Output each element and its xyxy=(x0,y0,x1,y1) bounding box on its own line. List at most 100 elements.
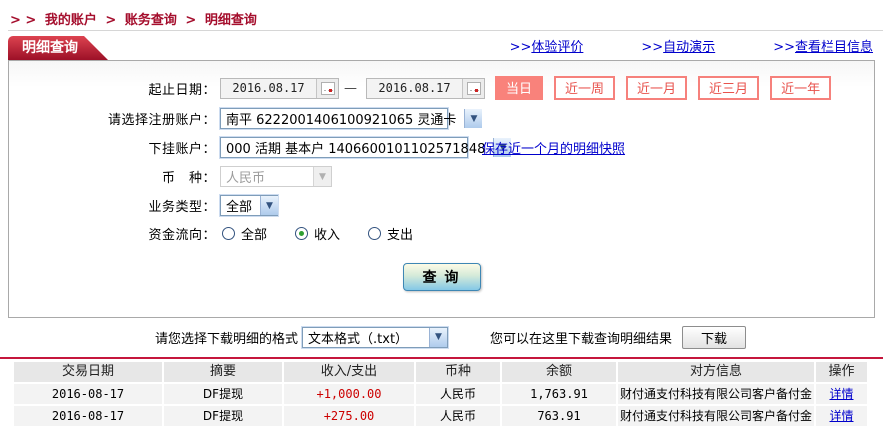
breadcrumb-item-my-account[interactable]: 我的账户 xyxy=(45,13,97,28)
breadcrumb: > > 我的账户 > 账务查询 > 明细查询 xyxy=(0,0,883,30)
cell-action: 详情 xyxy=(816,384,867,404)
fund-flow-row: 资金流向： 全部 收入 支出 xyxy=(9,224,874,243)
cell-date: 2016-08-17 xyxy=(14,406,162,426)
cell-currency: 人民币 xyxy=(416,406,500,426)
start-date-value[interactable]: 2016.08.17 xyxy=(221,81,316,95)
business-type-row: 业务类型： 全部 ▼ xyxy=(9,195,874,216)
register-account-label: 请选择注册账户： xyxy=(107,113,216,128)
link-experience-review[interactable]: >>体验评价 xyxy=(510,36,584,55)
date-range-row: 起止日期： 2016.08.17 — 2016.08.17 当日 近一周 近一月… xyxy=(9,76,874,100)
fund-flow-option-expense[interactable]: 支出 xyxy=(368,224,413,243)
results-table: 交易日期 摘要 收入/支出 币种 余额 对方信息 操作 2016-08-17 D… xyxy=(14,362,869,426)
fund-flow-label: 资金流向： xyxy=(148,228,216,243)
business-type-select[interactable]: 全部 ▼ xyxy=(220,195,279,216)
quick-range-month-button[interactable]: 近一月 xyxy=(626,76,688,100)
quick-range-year-button[interactable]: 近一年 xyxy=(770,76,832,100)
register-account-value: 南平 6222001406100921065 灵通卡 xyxy=(226,113,457,128)
currency-value: 人民币 xyxy=(226,171,266,186)
top-links: >>体验评价 >>自动演示 >>查看栏目信息 xyxy=(452,36,873,55)
tab-detail-query[interactable]: 明细查询 xyxy=(8,36,108,60)
business-type-label: 业务类型： xyxy=(148,200,216,215)
tab-bar: 明细查询 >>体验评价 >>自动演示 >>查看栏目信息 xyxy=(8,34,875,60)
radio-icon[interactable] xyxy=(222,227,235,240)
link-auto-demo[interactable]: >>自动演示 xyxy=(641,36,715,55)
cell-action: 详情 xyxy=(816,406,867,426)
end-date-field[interactable]: 2016.08.17 xyxy=(366,77,485,99)
query-form-panel: 起止日期： 2016.08.17 — 2016.08.17 当日 近一周 近一月… xyxy=(8,60,875,318)
fund-flow-option-expense-label: 支出 xyxy=(387,228,414,243)
sub-account-row: 下挂账户： 000 活期 基本户 1406600101102571848 ▼ 保… xyxy=(9,137,874,158)
breadcrumb-prefix: > > xyxy=(10,13,37,28)
chevron-down-icon: ▼ xyxy=(313,167,331,186)
quick-range-buttons: 当日 近一周 近一月 近三月 近一年 xyxy=(495,76,842,100)
chevron-down-icon: ▼ xyxy=(464,109,483,128)
currency-select: 人民币 ▼ xyxy=(220,166,332,187)
header-currency: 币种 xyxy=(416,362,500,382)
fund-flow-radio-group: 全部 收入 支出 xyxy=(222,224,441,243)
cell-balance: 1,763.91 xyxy=(502,384,616,404)
breadcrumb-separator: > xyxy=(105,13,117,28)
register-account-row: 请选择注册账户： 南平 6222001406100921065 灵通卡 ▼ xyxy=(9,108,874,129)
breadcrumb-separator: > xyxy=(185,13,197,28)
query-button[interactable]: 查 询 xyxy=(402,263,481,291)
header-summary: 摘要 xyxy=(164,362,282,382)
cell-currency: 人民币 xyxy=(416,384,500,404)
query-button-row: 查 询 xyxy=(9,263,874,291)
detail-link[interactable]: 详情 xyxy=(829,387,853,401)
header-amount: 收入/支出 xyxy=(284,362,414,382)
start-date-field[interactable]: 2016.08.17 xyxy=(220,77,339,99)
calendar-icon xyxy=(466,81,481,95)
start-date-calendar-button[interactable] xyxy=(316,78,338,98)
fund-flow-option-income[interactable]: 收入 xyxy=(295,224,340,243)
cell-counterparty: 财付通支付科技有限公司客户备付金 xyxy=(618,406,814,426)
download-button[interactable]: 下载 xyxy=(682,325,747,349)
cell-date: 2016-08-17 xyxy=(14,384,162,404)
cell-counterparty: 财付通支付科技有限公司客户备付金 xyxy=(618,384,814,404)
download-row: 请您选择下载明细的格式 文本格式（.txt） ▼ 您可以在这里下载查询明细结果 … xyxy=(155,325,883,349)
detail-link[interactable]: 详情 xyxy=(829,409,853,423)
header-balance: 余额 xyxy=(502,362,616,382)
register-account-select[interactable]: 南平 6222001406100921065 灵通卡 ▼ xyxy=(220,108,483,129)
radio-icon[interactable] xyxy=(368,227,382,240)
quick-range-3month-button[interactable]: 近三月 xyxy=(698,76,760,100)
radio-checked-icon[interactable] xyxy=(295,227,309,240)
cell-summary: DF提现 xyxy=(164,406,282,426)
header-date: 交易日期 xyxy=(14,362,162,382)
date-range-separator: — xyxy=(344,80,357,96)
end-date-value[interactable]: 2016.08.17 xyxy=(367,81,462,95)
breadcrumb-item-detail-query[interactable]: 明细查询 xyxy=(205,13,257,28)
cell-amount: +275.00 xyxy=(284,406,414,426)
download-hint: 您可以在这里下载查询明细结果 xyxy=(490,331,673,347)
table-row: 2016-08-17 DF提现 +275.00 人民币 763.91 财付通支付… xyxy=(14,406,869,426)
sub-account-value: 000 活期 基本户 1406600101102571848 xyxy=(226,142,486,157)
divider xyxy=(8,30,883,31)
fund-flow-option-all-label: 全部 xyxy=(241,228,268,243)
currency-row: 币 种： 人民币 ▼ xyxy=(9,166,874,187)
currency-label: 币 种： xyxy=(161,171,216,186)
business-type-value: 全部 xyxy=(226,200,253,215)
table-top-divider xyxy=(0,357,883,359)
calendar-icon xyxy=(320,81,335,95)
sub-account-select[interactable]: 000 活期 基本户 1406600101102571848 ▼ xyxy=(220,137,512,158)
table-header-row: 交易日期 摘要 收入/支出 币种 余额 对方信息 操作 xyxy=(14,362,869,382)
cell-summary: DF提现 xyxy=(164,384,282,404)
download-format-select[interactable]: 文本格式（.txt） ▼ xyxy=(302,326,449,348)
chevron-down-icon: ▼ xyxy=(429,327,448,347)
breadcrumb-item-account-query[interactable]: 账务查询 xyxy=(125,13,177,28)
link-view-column-info[interactable]: >>查看栏目信息 xyxy=(773,36,873,55)
cell-balance: 763.91 xyxy=(502,406,616,426)
end-date-calendar-button[interactable] xyxy=(462,78,484,98)
date-range-label: 起止日期： xyxy=(148,82,216,98)
quick-range-week-button[interactable]: 近一周 xyxy=(554,76,616,100)
sub-account-label: 下挂账户： xyxy=(148,142,216,157)
cell-amount: +1,000.00 xyxy=(284,384,414,404)
fund-flow-option-all[interactable]: 全部 xyxy=(222,224,267,243)
quick-range-today-button[interactable]: 当日 xyxy=(495,76,544,100)
save-snapshot-link[interactable]: 保存近一个月的明细快照 xyxy=(482,138,625,157)
table-row: 2016-08-17 DF提现 +1,000.00 人民币 1,763.91 财… xyxy=(14,384,869,404)
header-action: 操作 xyxy=(816,362,867,382)
fund-flow-option-income-label: 收入 xyxy=(314,228,341,243)
download-format-value: 文本格式（.txt） xyxy=(308,331,409,347)
chevron-down-icon: ▼ xyxy=(260,196,279,215)
header-counterparty: 对方信息 xyxy=(618,362,814,382)
